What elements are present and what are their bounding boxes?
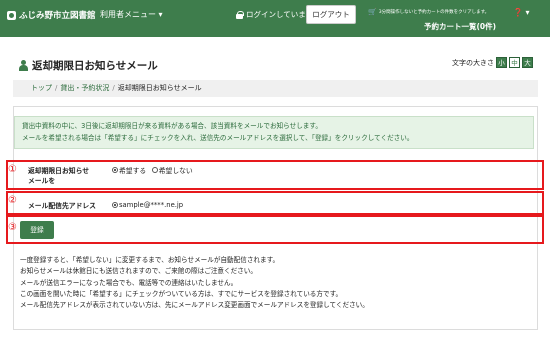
site-logo-text: ふじみ野市立図書館 xyxy=(19,11,96,21)
annotation-number-2: ② xyxy=(8,195,17,206)
annotation-number-3: ③ xyxy=(8,222,17,233)
info-notice: 貸出中資料の中に、3日後に返却期限日が来る資料がある場合、該当資料をメールでお知… xyxy=(14,116,534,149)
info-line-3: メールが送信エラーになった場合でも、電話等での連絡はいたしません。 xyxy=(20,278,238,287)
cart-timeout-text: 3分間操作しないと予約カートの件数をクリアします。 xyxy=(378,10,490,15)
cart-timeout-notice: 🛒 3分間操作しないと予約カートの件数をクリアします。 xyxy=(368,8,489,16)
info-line-2: お知らせメールは休館日にも送信されますので、ご来館の際はご注意ください。 xyxy=(20,267,257,276)
page-title: 返却期限日お知らせメール xyxy=(19,58,158,73)
breadcrumb-separator: / xyxy=(112,84,115,92)
lock-icon xyxy=(236,10,244,19)
home-icon xyxy=(21,5,28,12)
page-title-text: 返却期限日お知らせメール xyxy=(32,60,158,72)
font-size-label: 文字の大きさ xyxy=(452,58,494,67)
top-bar: ふじみ野市立図書館 利用者メニュー ▾ ログインしています ログアウト 🛒 3分… xyxy=(0,0,550,37)
person-icon xyxy=(19,60,28,71)
library-logo-icon xyxy=(7,10,16,20)
breadcrumb-home[interactable]: トップ xyxy=(31,84,52,92)
cart-icon: 🛒 xyxy=(368,8,377,16)
font-size-medium-button[interactable]: 中 xyxy=(509,57,520,68)
info-line-1: 一度登録すると、「希望しない」に変更するまで、お知らせメールが自動配信されます。 xyxy=(20,256,280,264)
notice-line-2: メールを希望される場合は「希望する」にチェックを入れ、送信先のメールアドレスを選… xyxy=(22,134,414,142)
service-info: 一度登録すると、「希望しない」に変更するまで、お知らせメールが自動配信されます。… xyxy=(20,255,369,311)
breadcrumb-separator: / xyxy=(55,84,58,92)
breadcrumb-current: 返却期限日お知らせメール xyxy=(117,84,202,92)
font-size-large-button[interactable]: 大 xyxy=(522,57,533,68)
breadcrumb: トップ / 貸出・予約状況 / 返却期限日お知らせメール xyxy=(13,80,538,97)
font-size-small-button[interactable]: 小 xyxy=(496,57,507,68)
notice-line-1: 貸出中資料の中に、3日後に返却期限日が来る資料がある場合、該当資料をメールでお知… xyxy=(22,122,322,130)
info-line-4: この画面を開いた時に「希望する」にチェックがついている方は、すでにサービスを登録… xyxy=(20,289,343,298)
login-status-text: ログインしています xyxy=(246,10,314,19)
breadcrumb-lending-status[interactable]: 貸出・予約状況 xyxy=(60,84,109,92)
reservation-cart-link[interactable]: 予約カート一覧(0件) xyxy=(424,21,496,32)
font-size-selector: 文字の大きさ 小 中 大 xyxy=(452,57,533,68)
highlight-box-2 xyxy=(6,191,544,215)
help-menu-button[interactable]: ❓ ▾ xyxy=(513,8,530,17)
highlight-box-3 xyxy=(6,215,544,244)
info-line-5: メール配信先アドレスが表示されていない方は、先にメールアドレス変更画面でメールア… xyxy=(20,301,369,310)
logout-button[interactable]: ログアウト xyxy=(306,5,356,24)
user-menu-dropdown[interactable]: 利用者メニュー ▾ xyxy=(100,9,163,20)
highlight-box-1 xyxy=(6,160,544,190)
login-status: ログインしています xyxy=(236,9,313,20)
annotation-number-1: ① xyxy=(8,164,17,175)
